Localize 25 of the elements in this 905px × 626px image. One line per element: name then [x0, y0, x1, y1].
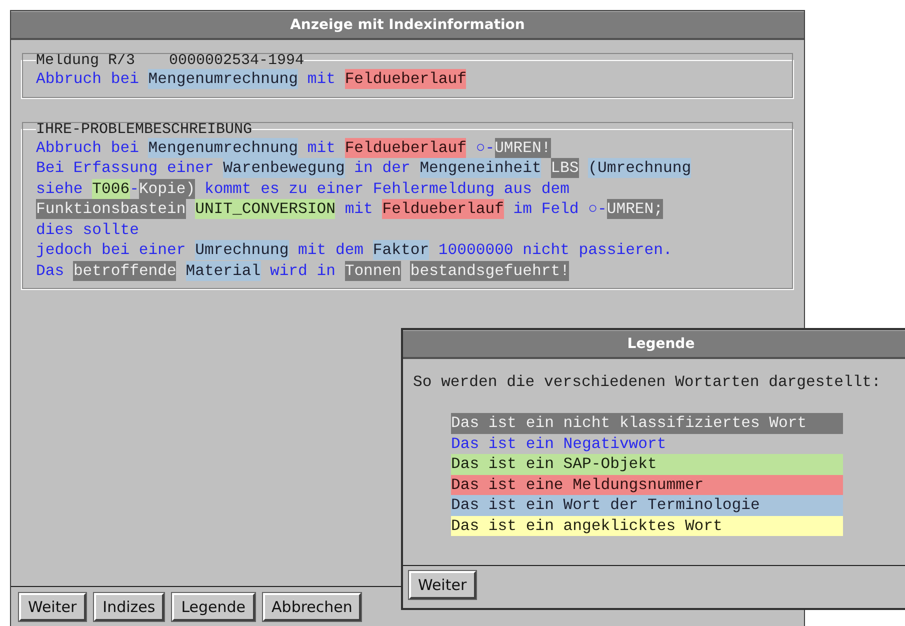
legend-entry: Das ist eine Meldungsnummer	[451, 474, 843, 495]
text-line: Funktionsbastein UNIT_CONVERSION mit Feldueberlauf im Feld ○-UMREN;	[36, 199, 664, 220]
dialog-button[interactable]: Abbrechen	[262, 593, 362, 621]
message-number: 0000002534-1994	[169, 52, 304, 69]
text-line: Das betroffende Material wird in Tonnen bestandsgefuehrt!	[36, 260, 570, 281]
text-line: siehe T006-Kopie) kommt es zu einer Fehlermeldung aus dem	[36, 178, 570, 199]
dialog-button[interactable]: Weiter	[19, 593, 86, 621]
legend-entry: Das ist ein nicht klassifiziertes Wort	[451, 413, 843, 434]
dialog-button[interactable]: Indizes	[94, 593, 164, 621]
text-line: Abbruch bei Mengenumrechnung mit Feldueberlauf ○-UMREN!	[36, 138, 552, 158]
text-line: jedoch bei einer Umrechnung mit dem Faktor 10000000 nicht passieren.	[36, 240, 674, 260]
legend-entry: Das ist ein angeklicktes Wort	[451, 516, 843, 536]
group-title: Meldung R/3	[36, 52, 136, 69]
legend-entry: Das ist ein Negativwort	[451, 434, 668, 454]
dialog-button[interactable]: Legende	[172, 593, 255, 621]
group-title: IHRE-PROBLEMBESCHREIBUNG	[36, 120, 252, 138]
legend-entry: Das ist ein SAP-Objekt	[451, 454, 843, 474]
legend-entry: Das ist ein Wort der Terminologie	[451, 495, 843, 516]
dialog-title: Legende	[403, 330, 905, 359]
dialog-button[interactable]: Weiter	[409, 571, 476, 599]
text-line: dies sollte	[36, 220, 140, 240]
window-title: Anzeige mit Indexinformation	[11, 11, 804, 40]
text-line: Abbruch bei Mengenumrechnung mit Feldueberlauf	[36, 69, 468, 90]
text-line: Bei Erfassung einer Warenbewegung in der Mengeneinheit LBS (Umrechnung	[36, 158, 692, 178]
intro-text: So werden die verschiedenen Wortarten dargestellt:	[413, 373, 882, 391]
